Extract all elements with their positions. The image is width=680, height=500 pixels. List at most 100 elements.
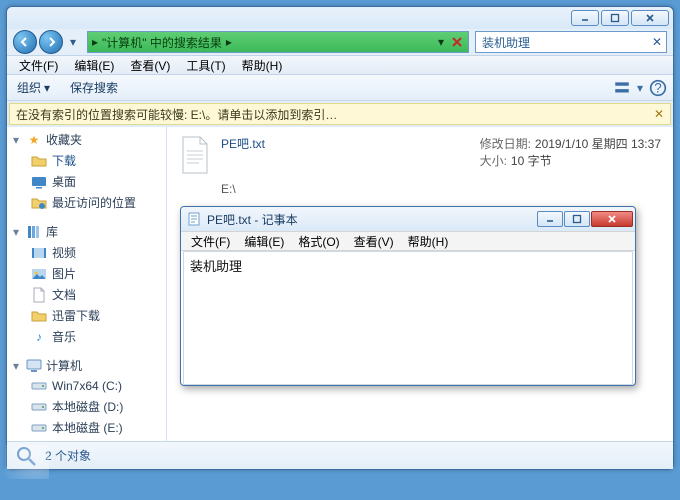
library-icon [26, 224, 42, 240]
size-label: 大小: [480, 152, 507, 169]
chevron-down-icon: ▾ [13, 359, 22, 373]
notepad-minimize-button[interactable] [537, 211, 563, 227]
chevron-down-icon[interactable]: ▾ [637, 81, 643, 95]
explorer-titlebar [7, 7, 673, 29]
search-icon [15, 445, 37, 467]
music-icon: ♪ [31, 329, 47, 345]
sidebar-desktop[interactable]: 桌面 [7, 171, 166, 192]
favorites-group: ▾ ★ 收藏夹 下载 桌面 最近访问的位置 [7, 129, 166, 213]
sidebar-recent[interactable]: 最近访问的位置 [7, 192, 166, 213]
notepad-text-area[interactable]: 装机助理 [183, 251, 633, 385]
sidebar-music[interactable]: ♪音乐 [7, 326, 166, 347]
notepad-menu-edit[interactable]: 编辑(E) [238, 232, 290, 251]
favorites-label: 收藏夹 [46, 131, 82, 148]
save-search-button[interactable]: 保存搜索 [66, 77, 122, 98]
address-dropdown-icon[interactable]: ▾ [438, 35, 448, 49]
history-dropdown-icon[interactable]: ▾ [65, 34, 81, 50]
chevron-down-icon: ▾ [13, 225, 22, 239]
picture-icon [31, 266, 47, 282]
notepad-close-button[interactable] [591, 211, 633, 227]
computer-group: ▾ 计算机 Win7x64 (C:) 本地磁盘 (D:) 本地磁盘 (E:) [7, 355, 166, 438]
maximize-button[interactable] [601, 10, 629, 26]
sidebar-documents[interactable]: 文档 [7, 284, 166, 305]
menu-bar: 文件(F) 编辑(E) 查看(V) 工具(T) 帮助(H) [7, 55, 673, 75]
computer-label: 计算机 [46, 357, 82, 374]
notepad-menu-view[interactable]: 查看(V) [348, 232, 400, 251]
notepad-window[interactable]: PE吧.txt - 记事本 文件(F) 编辑(E) 格式(O) 查看(V) 帮助… [180, 206, 636, 386]
menu-view[interactable]: 查看(V) [124, 55, 176, 76]
drive-icon [31, 399, 47, 415]
size-value: 10 字节 [511, 152, 552, 169]
svg-text:?: ? [654, 80, 662, 95]
close-button[interactable] [631, 10, 669, 26]
navigation-pane: ▾ ★ 收藏夹 下载 桌面 最近访问的位置 ▾ 库 视频 图片 文档 迅雷下载 … [7, 127, 167, 441]
sidebar-pictures[interactable]: 图片 [7, 263, 166, 284]
notepad-menu-format[interactable]: 格式(O) [292, 232, 345, 251]
drive-icon [31, 420, 47, 436]
sidebar-videos[interactable]: 视频 [7, 242, 166, 263]
menu-help[interactable]: 帮助(H) [236, 55, 289, 76]
close-warning-icon[interactable]: ✕ [654, 107, 664, 121]
date-label: 修改日期: [480, 135, 531, 152]
chevron-down-icon: ▾ [44, 81, 50, 95]
nav-row: ▾ ▸ "计算机" 中的搜索结果 ▸ ▾ 装机助理 ✕ [7, 29, 673, 55]
result-path: E:\ [221, 182, 661, 196]
index-warning-strip[interactable]: 在没有索引的位置搜索可能较慢: E:\。请单击以添加到索引… ✕ [9, 103, 671, 125]
view-mode-icon[interactable] [613, 79, 631, 97]
organize-button[interactable]: 组织 ▾ [13, 77, 54, 98]
libraries-label: 库 [46, 223, 58, 240]
video-icon [31, 245, 47, 261]
favorites-header[interactable]: ▾ ★ 收藏夹 [7, 129, 166, 150]
address-text: "计算机" 中的搜索结果 [102, 34, 222, 51]
sidebar-downloads[interactable]: 下载 [7, 150, 166, 171]
result-details: 修改日期:2019/1/10 星期四 13:37 大小:10 字节 [480, 135, 661, 169]
menu-file[interactable]: 文件(F) [13, 55, 64, 76]
minimize-button[interactable] [571, 10, 599, 26]
back-forward-group: ▾ [13, 30, 81, 54]
search-input[interactable]: 装机助理 ✕ [475, 31, 667, 53]
drive-icon [31, 378, 47, 394]
notepad-title: PE吧.txt - 记事本 [207, 211, 531, 228]
sidebar-drive-d[interactable]: 本地磁盘 (D:) [7, 396, 166, 417]
libraries-header[interactable]: ▾ 库 [7, 221, 166, 242]
menu-edit[interactable]: 编辑(E) [68, 55, 120, 76]
sidebar-drive-c[interactable]: Win7x64 (C:) [7, 376, 166, 396]
address-bar[interactable]: ▸ "计算机" 中的搜索结果 ▸ ▾ [87, 31, 469, 53]
libraries-group: ▾ 库 视频 图片 文档 迅雷下载 ♪音乐 [7, 221, 166, 347]
notepad-icon [187, 212, 201, 226]
folder-icon [31, 308, 47, 324]
computer-icon [26, 358, 42, 374]
notepad-menu-help[interactable]: 帮助(H) [402, 232, 455, 251]
status-text: 2 个对象 [45, 447, 91, 464]
breadcrumb-chevron-icon: ▸ [226, 35, 232, 49]
recent-icon [31, 195, 47, 211]
computer-header[interactable]: ▾ 计算机 [7, 355, 166, 376]
star-icon: ★ [26, 132, 42, 148]
notepad-menu-bar: 文件(F) 编辑(E) 格式(O) 查看(V) 帮助(H) [181, 231, 635, 251]
notepad-window-controls [537, 211, 633, 227]
notepad-menu-file[interactable]: 文件(F) [185, 232, 236, 251]
chevron-down-icon: ▾ [13, 133, 22, 147]
help-icon[interactable]: ? [649, 79, 667, 97]
sidebar-thunder[interactable]: 迅雷下载 [7, 305, 166, 326]
text-file-icon [179, 135, 211, 175]
menu-tools[interactable]: 工具(T) [180, 55, 231, 76]
clear-search-icon[interactable]: ✕ [652, 35, 662, 49]
forward-button[interactable] [39, 30, 63, 54]
desktop-icon [31, 174, 47, 190]
back-button[interactable] [13, 30, 37, 54]
index-warning-text: 在没有索引的位置搜索可能较慢: E:\。请单击以添加到索引… [16, 106, 337, 123]
search-value: 装机助理 [482, 34, 530, 51]
breadcrumb-chevron-icon: ▸ [92, 35, 98, 49]
stop-icon[interactable] [450, 35, 464, 49]
status-bar: 2 个对象 [7, 441, 673, 469]
folder-icon [31, 153, 47, 169]
date-value: 2019/1/10 星期四 13:37 [535, 135, 661, 152]
document-icon [31, 287, 47, 303]
toolbar-right: ▾ ? [613, 79, 667, 97]
sidebar-drive-e[interactable]: 本地磁盘 (E:) [7, 417, 166, 438]
notepad-titlebar[interactable]: PE吧.txt - 记事本 [181, 207, 635, 231]
notepad-maximize-button[interactable] [564, 211, 590, 227]
address-tail: ▾ [438, 35, 464, 49]
toolbar: 组织 ▾ 保存搜索 ▾ ? [7, 75, 673, 101]
